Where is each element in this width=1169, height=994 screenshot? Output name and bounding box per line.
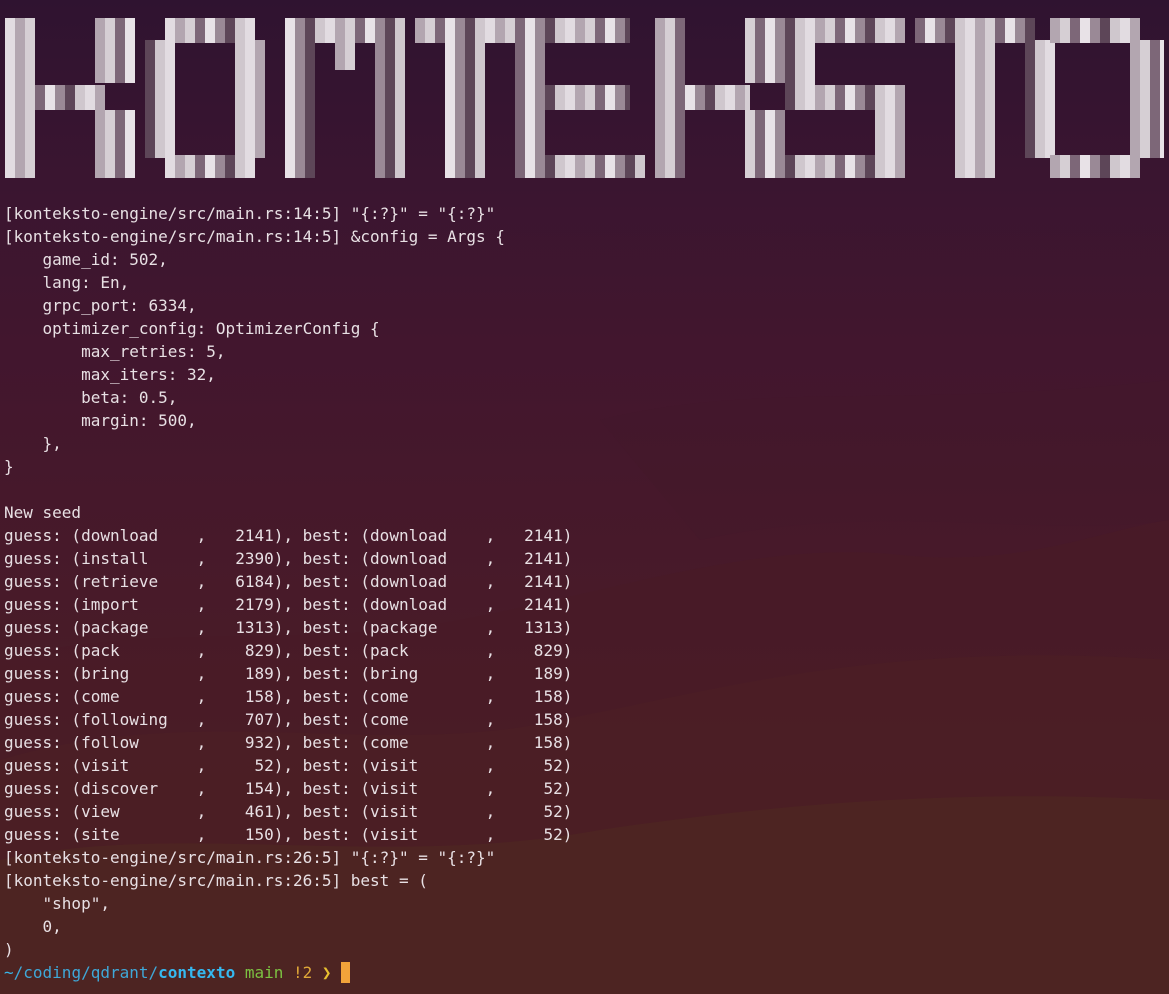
terminal-line: guess: (following , 707), best: (come , … — [4, 710, 573, 729]
terminal-line: guess: (come , 158), best: (come , 158) — [4, 687, 573, 706]
terminal-line: guess: (site , 150), best: (visit , 52) — [4, 825, 573, 844]
terminal-line: guess: (discover , 154), best: (visit , … — [4, 779, 573, 798]
terminal-line: New seed — [4, 503, 82, 522]
prompt-path: /coding/qdrant/ — [13, 963, 159, 982]
terminal-line: game_id: 502, — [4, 250, 168, 269]
terminal-line: lang: En, — [4, 273, 130, 292]
terminal-line: max_iters: 32, — [4, 365, 216, 384]
terminal-output: [konteksto-engine/src/main.rs:14:5] "{:?… — [4, 202, 1164, 984]
git-status: !2 — [293, 963, 313, 982]
ascii-art-banner — [5, 18, 1164, 178]
terminal-line: guess: (install , 2390), best: (download… — [4, 549, 573, 568]
prompt-arrow-icon: ❯ — [321, 963, 332, 982]
terminal-line: [konteksto-engine/src/main.rs:14:5] "{:?… — [4, 204, 496, 223]
text-cursor[interactable] — [341, 962, 351, 983]
terminal-line: guess: (view , 461), best: (visit , 52) — [4, 802, 573, 821]
terminal-line: guess: (download , 2141), best: (downloa… — [4, 526, 573, 545]
terminal-line: } — [4, 457, 14, 476]
prompt-directory: contexto — [158, 963, 236, 982]
prompt-home: ~ — [4, 963, 14, 982]
terminal-line: guess: (pack , 829), best: (pack , 829) — [4, 641, 573, 660]
terminal-line: guess: (retrieve , 6184), best: (downloa… — [4, 572, 573, 591]
terminal-line: }, — [4, 434, 62, 453]
terminal-line: guess: (visit , 52), best: (visit , 52) — [4, 756, 573, 775]
terminal-line: "shop", — [4, 894, 110, 913]
terminal-line: 0, — [4, 917, 62, 936]
terminal-line: max_retries: 5, — [4, 342, 226, 361]
terminal-line: beta: 0.5, — [4, 388, 178, 407]
terminal-line: guess: (import , 2179), best: (download … — [4, 595, 573, 614]
terminal-line: margin: 500, — [4, 411, 197, 430]
terminal-line: [konteksto-engine/src/main.rs:26:5] "{:?… — [4, 848, 496, 867]
terminal-line: [konteksto-engine/src/main.rs:14:5] &con… — [4, 227, 505, 246]
terminal-line: guess: (bring , 189), best: (bring , 189… — [4, 664, 573, 683]
terminal-line: [konteksto-engine/src/main.rs:26:5] best… — [4, 871, 428, 890]
terminal-line: guess: (follow , 932), best: (come , 158… — [4, 733, 573, 752]
git-branch: main — [244, 963, 284, 982]
shell-prompt[interactable]: ~/coding/qdrant/contexto main !2 ❯ — [4, 961, 1164, 984]
terminal-line: ) — [4, 940, 14, 959]
terminal-line: optimizer_config: OptimizerConfig { — [4, 319, 380, 338]
terminal-line: grpc_port: 6334, — [4, 296, 197, 315]
terminal-line: guess: (package , 1313), best: (package … — [4, 618, 573, 637]
